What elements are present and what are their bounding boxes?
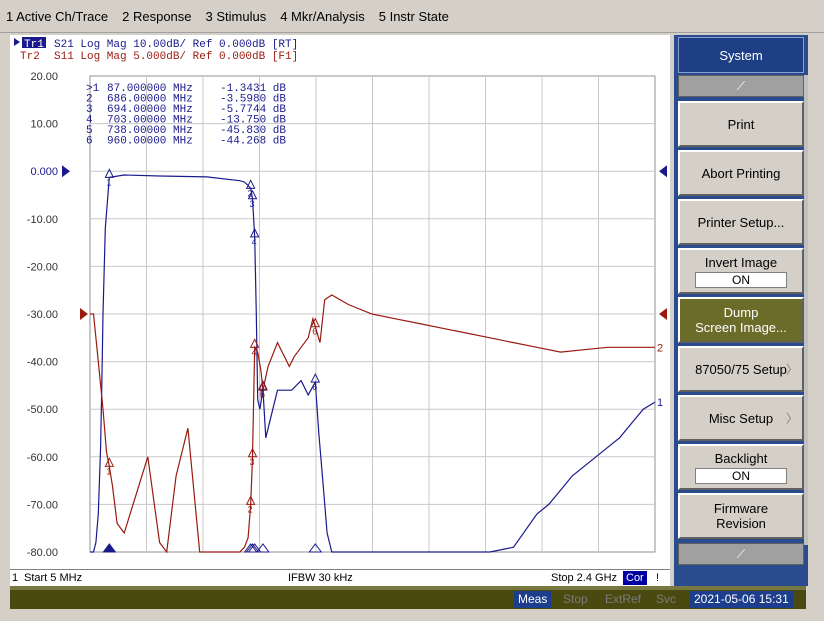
- tr1-label: Tr1: [24, 39, 44, 51]
- y-tick-label: 10.00: [30, 119, 58, 131]
- stop-status: Stop: [563, 592, 588, 606]
- tr1-ref-arrow-left: [62, 165, 70, 178]
- invert-image-button[interactable]: Invert Image ON: [678, 248, 804, 294]
- extref-status: ExtRef: [605, 592, 642, 606]
- y-tick-label: 0.000: [30, 166, 58, 178]
- marker-number-label: 3: [250, 457, 255, 467]
- misc-setup-label: Misc Setup: [708, 410, 774, 426]
- svc-status: Svc: [656, 592, 677, 606]
- tr2-label: Tr2: [20, 51, 40, 63]
- warning-indicator: !: [656, 572, 660, 584]
- tr1-settings: S21 Log Mag 10.00dB/ Ref 0.000dB [RT]: [54, 39, 298, 51]
- tr1-ref-arrow-right: [659, 165, 667, 178]
- chart-svg: 20.00 10.00 0.000 -10.00 -20.00 -30.00 -40.00 -…: [14, 37, 667, 559]
- softkey-up-button[interactable]: ⟋: [678, 75, 804, 97]
- tr2-settings: S11 Log Mag 5.000dB/ Ref 0.000dB [F1]: [54, 51, 298, 63]
- print-label: Print: [727, 116, 755, 132]
- dump-label-line2: Screen Image...: [695, 320, 787, 335]
- y-tick-label: -70.00: [27, 499, 58, 511]
- firmware-label-line1: Firmware: [713, 501, 769, 516]
- start-frequency[interactable]: Start 5 MHz: [24, 572, 82, 584]
- status-bar: Meas Stop ExtRef Svc 2021-05-06 15:31: [10, 590, 806, 609]
- tr2-ref-arrow-left: [80, 308, 88, 320]
- softkey-panel: System ⟋ Print Abort Printing Printer Se…: [674, 35, 808, 586]
- backlight-label: Backlight: [714, 450, 768, 466]
- setup-87050-button[interactable]: 87050/75 Setup 〉: [678, 346, 804, 392]
- marker-number: 6: [86, 136, 93, 148]
- trace-end-label: 2: [657, 342, 663, 354]
- softkey-menu-title: System: [678, 37, 804, 73]
- plot-panel: 20.00 10.00 0.000 -10.00 -20.00 -30.00 -40.00 -…: [10, 35, 670, 570]
- y-tick-label: -50.00: [27, 404, 58, 416]
- invert-image-state: ON: [695, 271, 787, 288]
- menu-stimulus[interactable]: 3 Stimulus: [206, 9, 267, 24]
- tr1-header: Tr1 S21 Log Mag 10.00dB/ Ref 0.000dB [RT]: [14, 37, 298, 51]
- y-tick-label: 20.00: [30, 71, 58, 83]
- print-button[interactable]: Print: [678, 101, 804, 147]
- backlight-state: ON: [695, 467, 787, 484]
- menu-response[interactable]: 2 Response: [122, 9, 191, 24]
- abort-printing-label: Abort Printing: [701, 165, 781, 181]
- chevron-right-icon: 〉: [785, 411, 798, 426]
- dump-screen-image-button[interactable]: Dump Screen Image...: [678, 297, 804, 343]
- datetime-display: 2021-05-06 15:31: [690, 591, 793, 608]
- marker-number-label: 6: [312, 382, 317, 392]
- chevron-right-icon: 〉: [785, 362, 798, 377]
- instrument-window: 1 Active Ch/Trace 2 Response 3 Stimulus …: [0, 0, 824, 621]
- correction-badge: Cor: [622, 570, 648, 586]
- menu-active-ch-trace[interactable]: 1 Active Ch/Trace: [6, 9, 108, 24]
- marker-number-label: 2: [248, 504, 253, 514]
- dump-label-line1: Dump: [723, 305, 759, 320]
- up-arrow-icon: ⟋: [736, 78, 746, 93]
- channel-index: 1: [12, 572, 19, 584]
- firmware-revision-button[interactable]: Firmware Revision: [678, 493, 804, 539]
- stop-frequency[interactable]: Stop 2.4 GHz: [551, 572, 617, 584]
- marker-number-label: 3: [250, 199, 255, 209]
- y-tick-label: -40.00: [27, 357, 58, 369]
- tr2-ref-arrow-right: [659, 308, 667, 320]
- menu-instr-state[interactable]: 5 Instr State: [379, 9, 449, 24]
- abort-printing-button[interactable]: Abort Printing: [678, 150, 804, 196]
- marker-number-label: 2: [248, 188, 253, 198]
- marker-number-label: 5: [260, 390, 265, 400]
- menu-bar: 1 Active Ch/Trace 2 Response 3 Stimulus …: [0, 0, 824, 33]
- backlight-button[interactable]: Backlight ON: [678, 444, 804, 490]
- active-trace-arrow-icon: [14, 38, 20, 46]
- marker-frequency: 960.00000 MHz: [107, 136, 193, 148]
- marker-number-label: 1: [106, 466, 111, 476]
- y-tick-label: -30.00: [27, 309, 58, 321]
- firmware-label-line2: Revision: [716, 516, 766, 531]
- down-arrow-icon: ⟋: [736, 546, 746, 561]
- marker-number-label: 6: [312, 327, 317, 337]
- softkey-down-button[interactable]: ⟋: [678, 543, 804, 565]
- ifbw-readout[interactable]: IFBW 30 kHz: [288, 572, 353, 584]
- setup-87050-label: 87050/75 Setup: [695, 361, 787, 377]
- softkey-scrollbar[interactable]: [804, 75, 808, 545]
- printer-setup-label: Printer Setup...: [697, 214, 785, 230]
- y-tick-label: -20.00: [27, 261, 58, 273]
- tr2-header: Tr2 S11 Log Mag 5.000dB/ Ref 0.000dB [F1]: [20, 51, 298, 63]
- marker-number-label: 4: [252, 237, 257, 247]
- meas-status: Meas: [514, 591, 552, 608]
- trace-end-label: 1: [657, 397, 663, 409]
- printer-setup-button[interactable]: Printer Setup...: [678, 199, 804, 245]
- channel-status-strip: 1 Start 5 MHz IFBW 30 kHz Stop 2.4 GHz C…: [10, 569, 670, 586]
- marker-number-label: 1: [106, 177, 111, 187]
- y-tick-label: -10.00: [27, 214, 58, 226]
- marker-value: -44.268 dB: [220, 136, 286, 148]
- menu-mkr-analysis[interactable]: 4 Mkr/Analysis: [280, 9, 365, 24]
- invert-image-label: Invert Image: [704, 254, 778, 270]
- misc-setup-button[interactable]: Misc Setup 〉: [678, 395, 804, 441]
- marker-number-label: 4: [252, 347, 257, 357]
- y-tick-label: -80.00: [27, 547, 58, 559]
- y-tick-label: -60.00: [27, 452, 58, 464]
